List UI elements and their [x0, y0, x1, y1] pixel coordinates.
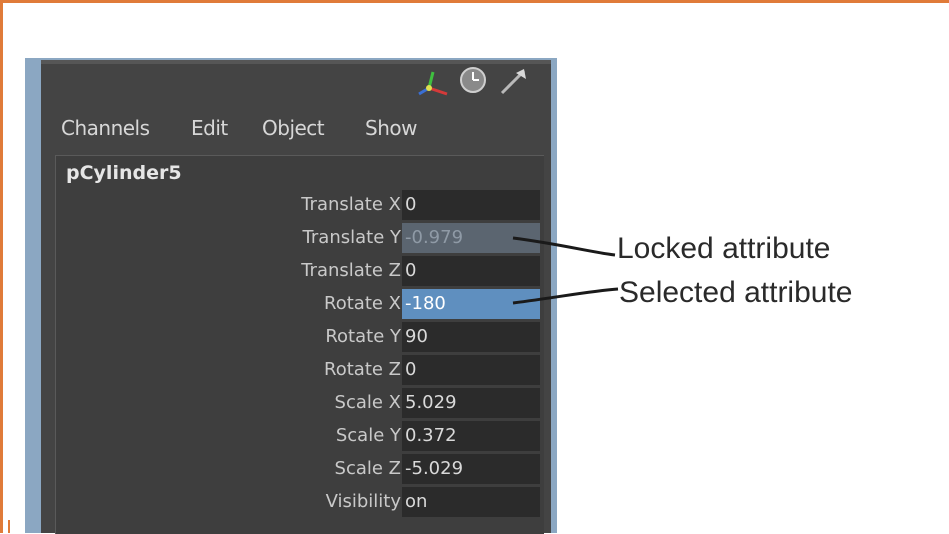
- locked-attribute-callout: Locked attribute: [617, 232, 831, 265]
- selected-attribute-callout: Selected attribute: [619, 276, 853, 309]
- callout-lines: [512, 236, 619, 305]
- selected-callout-line: [512, 287, 619, 305]
- locked-callout-line: [512, 236, 616, 257]
